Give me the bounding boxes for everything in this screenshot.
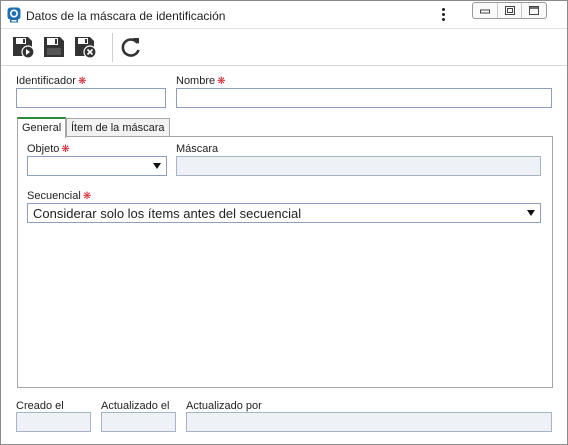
dialog-window: Datos de la máscara de identificación Id… <box>0 0 568 445</box>
actualizado-por-label: Actualizado por <box>186 400 262 412</box>
restore-button[interactable] <box>498 3 523 18</box>
secuencial-label: Secuencial ❋ <box>27 190 92 202</box>
app-icon <box>7 7 21 23</box>
objeto-select[interactable] <box>27 156 167 176</box>
tab-general[interactable]: General <box>17 117 67 138</box>
identificador-label: Identificador ❋ <box>16 75 87 87</box>
save-and-close-button[interactable] <box>73 35 97 59</box>
required-icon: ❋ <box>217 76 226 87</box>
required-icon: ❋ <box>61 144 70 155</box>
nombre-input[interactable] <box>176 88 552 108</box>
window-title: Datos de la máscara de identificación <box>26 9 226 23</box>
creado-input <box>16 412 91 432</box>
restore-icon <box>504 6 515 15</box>
mascara-input <box>176 156 541 176</box>
refresh-icon <box>121 38 140 57</box>
save-close-icon <box>75 37 97 59</box>
minimize-icon <box>479 9 490 13</box>
more-options-icon[interactable] <box>437 6 449 24</box>
required-icon: ❋ <box>82 191 92 202</box>
save-icon <box>44 37 64 57</box>
mascara-label: Máscara <box>176 143 219 155</box>
title-bar: Datos de la máscara de identificación <box>1 1 567 29</box>
maximize-button[interactable] <box>522 3 546 18</box>
identificador-input[interactable] <box>16 88 166 108</box>
nombre-label: Nombre ❋ <box>176 75 226 87</box>
tab-item-mascara[interactable]: Ítem de la máscara <box>66 118 170 137</box>
actualizado-input <box>101 412 176 432</box>
creado-label: Creado el <box>16 400 64 412</box>
save-and-new-button[interactable] <box>11 35 35 59</box>
minimize-button[interactable] <box>473 3 498 18</box>
actualizado-label: Actualizado el <box>101 400 170 412</box>
required-icon: ❋ <box>77 76 87 87</box>
dropdown-arrow-icon <box>527 210 535 216</box>
window-controls <box>472 2 547 19</box>
refresh-button[interactable] <box>119 35 143 59</box>
dropdown-arrow-icon <box>153 163 161 169</box>
toolbar-separator <box>112 33 113 62</box>
save-button[interactable] <box>42 35 66 59</box>
objeto-label: Objeto ❋ <box>27 143 70 155</box>
actualizado-por-input <box>186 412 552 432</box>
maximize-icon <box>529 6 540 15</box>
toolbar <box>1 30 567 66</box>
secuencial-select[interactable]: Considerar solo los ítems antes del secu… <box>27 203 541 223</box>
save-new-icon <box>13 37 35 59</box>
